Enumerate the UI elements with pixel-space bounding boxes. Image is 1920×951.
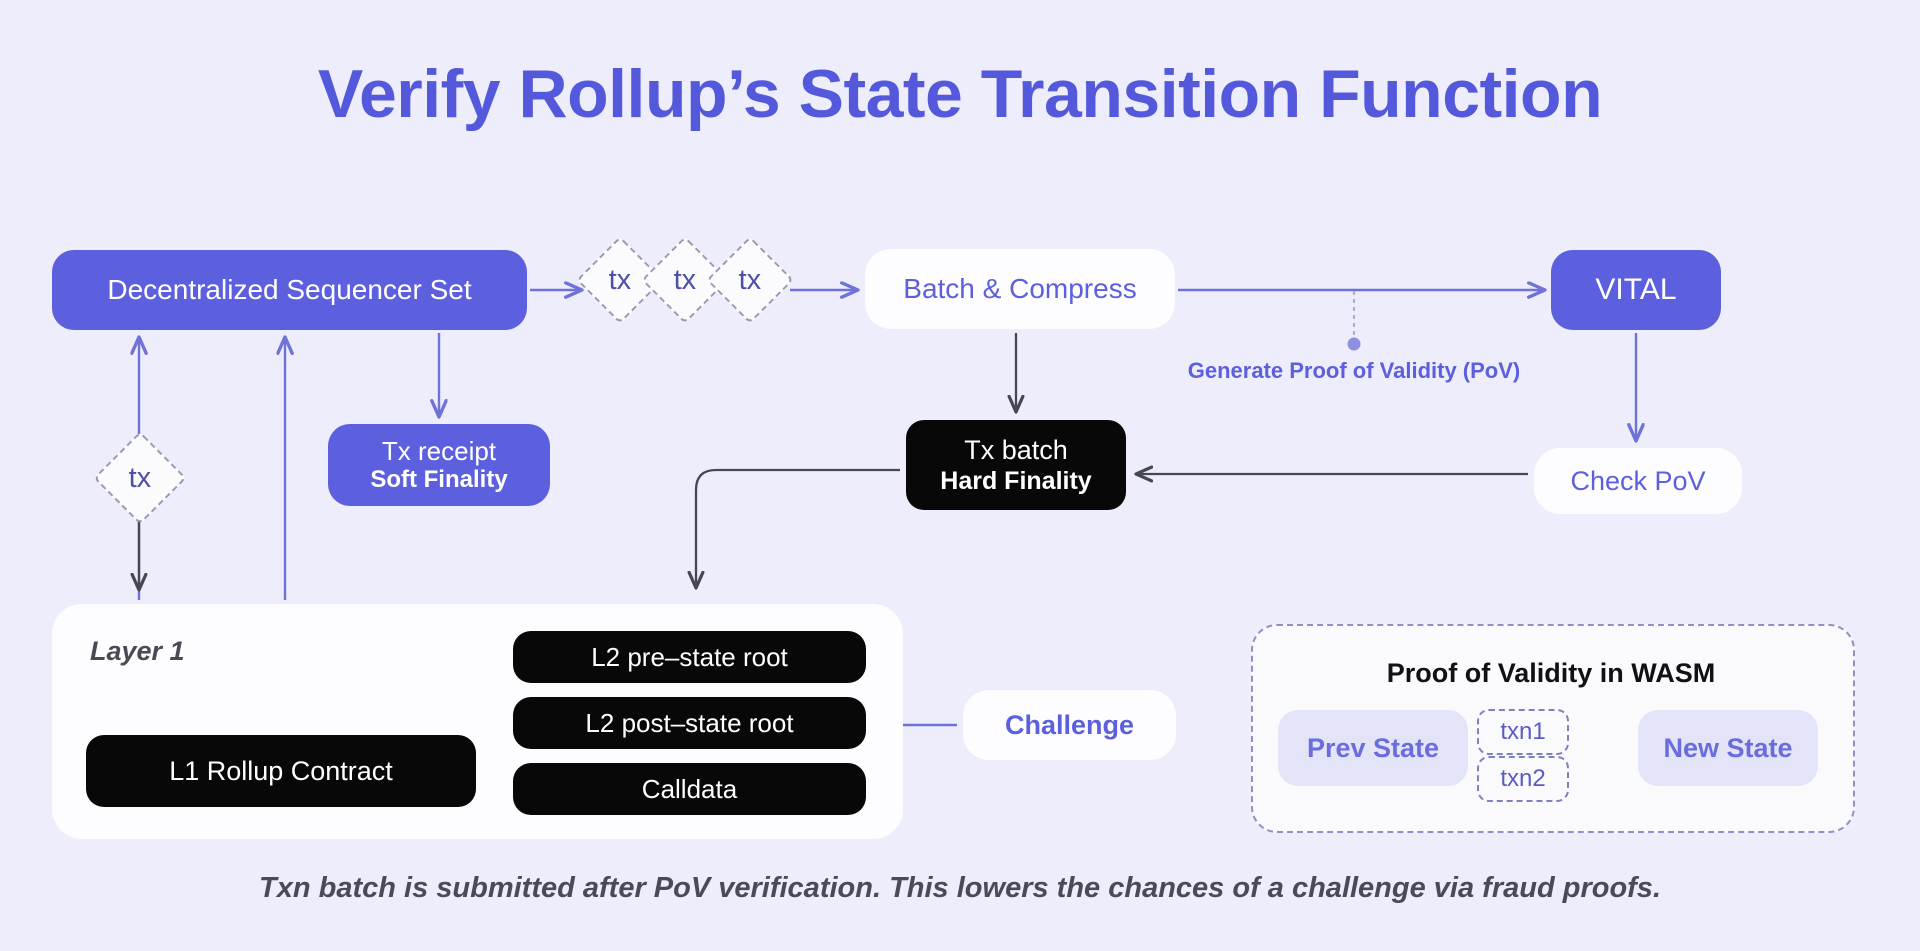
node-tx-batch[interactable]: Tx batch Hard Finality — [906, 420, 1126, 510]
node-label: txn1 — [1500, 718, 1546, 745]
node-label: Calldata — [641, 773, 738, 804]
node-vital[interactable]: VITAL — [1551, 250, 1721, 330]
node-label-primary: Tx batch — [964, 434, 1068, 465]
node-new-state[interactable]: New State — [1638, 710, 1818, 786]
node-tx-receipt[interactable]: Tx receipt Soft Finality — [328, 424, 550, 506]
node-txn1[interactable]: txn1 — [1477, 709, 1569, 755]
tx-diamond-label: tx — [738, 263, 762, 296]
pov-annotation-label: Generate Proof of Validity (PoV) — [1187, 358, 1521, 383]
node-label: Decentralized Sequencer Set — [107, 274, 472, 305]
node-l2-post-state-root[interactable]: L2 post–state root — [513, 697, 866, 749]
node-check-pov[interactable]: Check PoV — [1534, 448, 1742, 514]
node-challenge[interactable]: Challenge — [963, 690, 1176, 760]
node-label: VITAL — [1595, 273, 1677, 306]
tx-diamond-left[interactable]: tx — [93, 431, 187, 525]
node-label: L2 pre–state root — [591, 641, 788, 672]
node-label-secondary: Hard Finality — [940, 467, 1092, 496]
node-txn2[interactable]: txn2 — [1477, 756, 1569, 802]
node-calldata[interactable]: Calldata — [513, 763, 866, 815]
node-label: Prev State — [1306, 732, 1440, 763]
node-label: L2 post–state root — [585, 707, 794, 738]
diagram-caption: Txn batch is submitted after PoV verific… — [259, 872, 1661, 904]
node-label: Check PoV — [1570, 465, 1706, 496]
tx-diamond-label: tx — [608, 263, 632, 296]
node-label: New State — [1663, 732, 1793, 763]
tx-diamond-label: tx — [128, 461, 152, 494]
node-label: Challenge — [1004, 709, 1135, 740]
wasm-panel-title: Proof of Validity in WASM — [1386, 658, 1716, 688]
node-decentralized-sequencer-set[interactable]: Decentralized Sequencer Set — [52, 250, 527, 330]
node-label-secondary: Soft Finality — [370, 466, 508, 494]
tx-diamond-3[interactable]: tx — [706, 236, 794, 324]
node-label: L1 Rollup Contract — [169, 755, 393, 786]
node-batch-and-compress[interactable]: Batch & Compress — [865, 249, 1175, 329]
node-label: txn2 — [1500, 765, 1546, 792]
tx-diamond-label: tx — [673, 263, 697, 296]
page-title: Verify Rollup’s State Transition Functio… — [317, 56, 1603, 132]
diagram-canvas: Verify Rollup’s State Transition Functio… — [0, 0, 1920, 951]
layer1-label: Layer 1 — [90, 636, 185, 666]
node-prev-state[interactable]: Prev State — [1278, 710, 1468, 786]
node-l1-rollup-contract[interactable]: L1 Rollup Contract — [86, 735, 476, 807]
node-label-primary: Tx receipt — [381, 435, 497, 466]
node-label: Batch & Compress — [903, 273, 1137, 304]
node-l2-pre-state-root[interactable]: L2 pre–state root — [513, 631, 866, 683]
